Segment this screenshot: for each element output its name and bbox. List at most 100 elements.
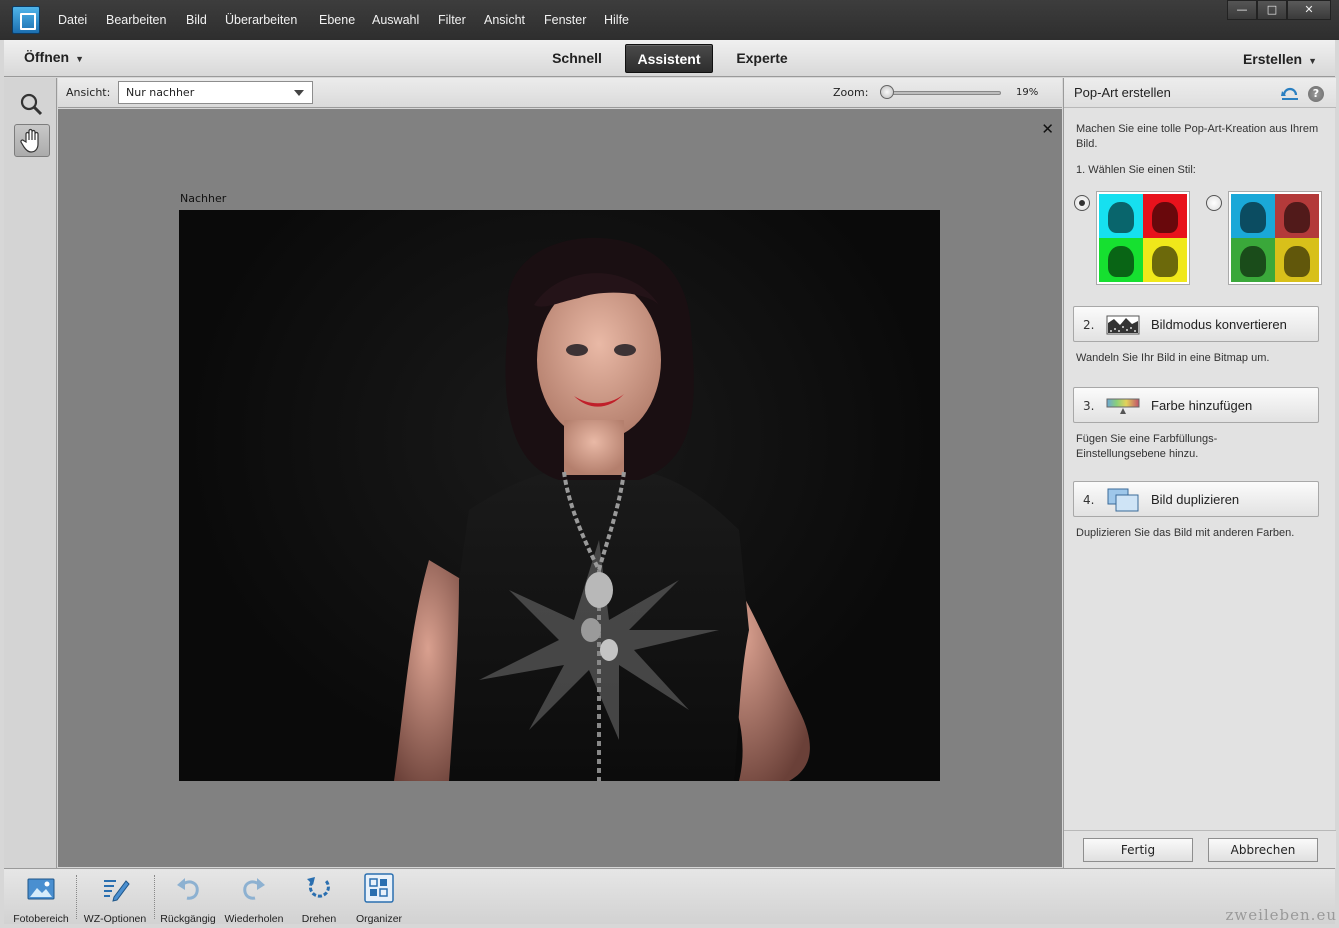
tool-options-button[interactable]: WZ-Optionen bbox=[79, 873, 151, 925]
thumb-quadrant bbox=[1099, 238, 1143, 282]
menu-filter[interactable]: Filter bbox=[438, 13, 466, 27]
create-button[interactable]: Erstellen ▼ bbox=[1243, 51, 1317, 67]
close-window-button[interactable]: ✕ bbox=[1287, 0, 1331, 20]
hand-icon bbox=[20, 128, 39, 153]
redo-button[interactable]: Wiederholen bbox=[220, 873, 288, 925]
panel-title: Pop-Art erstellen bbox=[1074, 85, 1171, 100]
chevron-down-icon: ▼ bbox=[1308, 56, 1317, 66]
step-number: 4. bbox=[1083, 493, 1095, 507]
step1-label: 1. Wählen Sie einen Stil: bbox=[1076, 164, 1196, 176]
photo-bin-icon bbox=[27, 878, 55, 900]
zoom-value: 19% bbox=[1016, 87, 1039, 98]
zoom-slider-track[interactable] bbox=[881, 91, 1001, 95]
tool-options-bar: Ansicht: Nur nachher Zoom: 19% bbox=[58, 78, 1062, 108]
zoom-label: Zoom: bbox=[833, 86, 869, 99]
menu-bar: Datei Bearbeiten Bild Überarbeiten Ebene… bbox=[0, 0, 1339, 40]
redo-icon bbox=[243, 878, 265, 900]
thumb-quadrant bbox=[1231, 194, 1275, 238]
step2-description: Wandeln Sie Ihr Bild in eine Bitmap um. bbox=[1076, 352, 1270, 364]
step3-description: Fügen Sie eine Farbfüllungs-Einstellungs… bbox=[1076, 433, 1218, 460]
menu-ueberarbeiten[interactable]: Überarbeiten bbox=[225, 13, 297, 27]
minimize-button[interactable]: — bbox=[1227, 0, 1257, 20]
portrait-illustration bbox=[394, 237, 810, 781]
thumb-quadrant bbox=[1143, 194, 1187, 238]
close-icon[interactable]: ✕ bbox=[1041, 120, 1054, 138]
bottom-label: Organizer bbox=[355, 913, 403, 925]
cancel-button[interactable]: Abbrechen bbox=[1208, 838, 1318, 862]
tab-schnell[interactable]: Schnell bbox=[541, 44, 613, 73]
bottom-label: Fotobereich bbox=[13, 913, 69, 925]
divider bbox=[154, 875, 155, 919]
organizer-button[interactable]: Organizer bbox=[350, 873, 408, 925]
panel-footer: Fertig Abbrechen bbox=[1064, 830, 1336, 868]
create-label: Erstellen bbox=[1242, 51, 1303, 67]
style-thumbnail-1[interactable] bbox=[1096, 191, 1190, 285]
tab-assistent[interactable]: Assistent bbox=[625, 44, 713, 73]
organizer-icon bbox=[364, 873, 394, 903]
thumb-quadrant bbox=[1275, 194, 1319, 238]
zoom-slider-thumb[interactable] bbox=[880, 85, 894, 99]
step-label: Bildmodus konvertieren bbox=[1151, 317, 1287, 332]
maximize-button[interactable]: □ bbox=[1257, 0, 1287, 20]
panel-header: Pop-Art erstellen ? bbox=[1064, 78, 1336, 108]
zoom-tool[interactable] bbox=[14, 88, 50, 121]
style-radio-2[interactable] bbox=[1206, 195, 1222, 211]
divider bbox=[76, 875, 77, 919]
magnifier-icon bbox=[20, 93, 43, 116]
bottom-label: Drehen bbox=[301, 913, 337, 925]
step-label: Bild duplizieren bbox=[1151, 492, 1240, 507]
mode-bar: Öffnen ▼ Schnell Assistent Experte Erstel… bbox=[4, 40, 1335, 77]
photo-bin-button[interactable]: Fotobereich bbox=[8, 873, 74, 925]
view-label: Ansicht: bbox=[66, 86, 111, 99]
bitmap-icon bbox=[1106, 315, 1140, 335]
reset-icon[interactable] bbox=[1281, 85, 1299, 101]
menu-bild[interactable]: Bild bbox=[186, 13, 207, 27]
add-color-button[interactable]: 3. Farbe hinzufügen bbox=[1073, 387, 1319, 423]
photo-portrait[interactable] bbox=[179, 210, 940, 781]
rotate-icon bbox=[307, 877, 330, 898]
done-button[interactable]: Fertig bbox=[1083, 838, 1193, 862]
tab-experte[interactable]: Experte bbox=[724, 44, 800, 73]
undo-button[interactable]: Rückgängig bbox=[156, 873, 220, 925]
panel-intro-text: Machen Sie eine tolle Pop-Art-Kreation a… bbox=[1076, 123, 1319, 150]
thumb-quadrant bbox=[1099, 194, 1143, 238]
menu-fenster[interactable]: Fenster bbox=[544, 13, 586, 27]
tool-options-icon bbox=[104, 880, 130, 902]
style-thumbnail-2[interactable] bbox=[1228, 191, 1322, 285]
duplicate-image-button[interactable]: 4. Bild duplizieren bbox=[1073, 481, 1319, 517]
step-number: 3. bbox=[1083, 399, 1095, 413]
image-canvas[interactable]: ✕ Nachher bbox=[58, 109, 1062, 867]
watermark: zweileben.eu bbox=[1225, 906, 1337, 924]
toolbox bbox=[4, 78, 57, 868]
bottom-label: WZ-Optionen bbox=[83, 913, 147, 925]
menu-hilfe[interactable]: Hilfe bbox=[604, 13, 629, 27]
menu-auswahl[interactable]: Auswahl bbox=[372, 13, 419, 27]
thumb-quadrant bbox=[1143, 238, 1187, 282]
rotate-button[interactable]: Drehen bbox=[294, 873, 344, 925]
help-icon[interactable]: ? bbox=[1308, 86, 1324, 102]
view-select[interactable]: Nur nachher bbox=[118, 81, 313, 104]
open-label: Öffnen bbox=[24, 49, 70, 65]
app-logo-icon[interactable] bbox=[12, 6, 40, 34]
style-radio-1[interactable] bbox=[1074, 195, 1090, 211]
bottom-label: Rückgängig bbox=[160, 913, 216, 925]
thumb-quadrant bbox=[1275, 238, 1319, 282]
menu-bearbeiten[interactable]: Bearbeiten bbox=[106, 13, 166, 27]
thumb-quadrant bbox=[1231, 238, 1275, 282]
view-select-value: Nur nachher bbox=[126, 86, 195, 99]
duplicate-icon bbox=[1107, 488, 1139, 512]
convert-mode-button[interactable]: 2. Bildmodus konvertieren bbox=[1073, 306, 1319, 342]
step-label: Farbe hinzufügen bbox=[1151, 398, 1253, 413]
chevron-down-icon: ▼ bbox=[75, 54, 85, 64]
photoshop-elements-window: Datei Bearbeiten Bild Überarbeiten Ebene… bbox=[0, 0, 1339, 928]
hand-tool[interactable] bbox=[14, 124, 50, 157]
menu-ebene[interactable]: Ebene bbox=[319, 13, 355, 27]
open-button[interactable]: Öffnen ▼ bbox=[24, 49, 84, 65]
dropdown-arrow-icon bbox=[294, 90, 304, 96]
guided-edit-panel: Pop-Art erstellen ? Machen Sie eine toll… bbox=[1063, 78, 1336, 868]
undo-icon bbox=[177, 878, 199, 900]
bottom-taskbar: Fotobereich WZ-Optionen Rückgängig Wiede… bbox=[4, 868, 1335, 925]
menu-datei[interactable]: Datei bbox=[58, 13, 87, 27]
after-label: Nachher bbox=[180, 192, 227, 205]
menu-ansicht[interactable]: Ansicht bbox=[484, 13, 525, 27]
